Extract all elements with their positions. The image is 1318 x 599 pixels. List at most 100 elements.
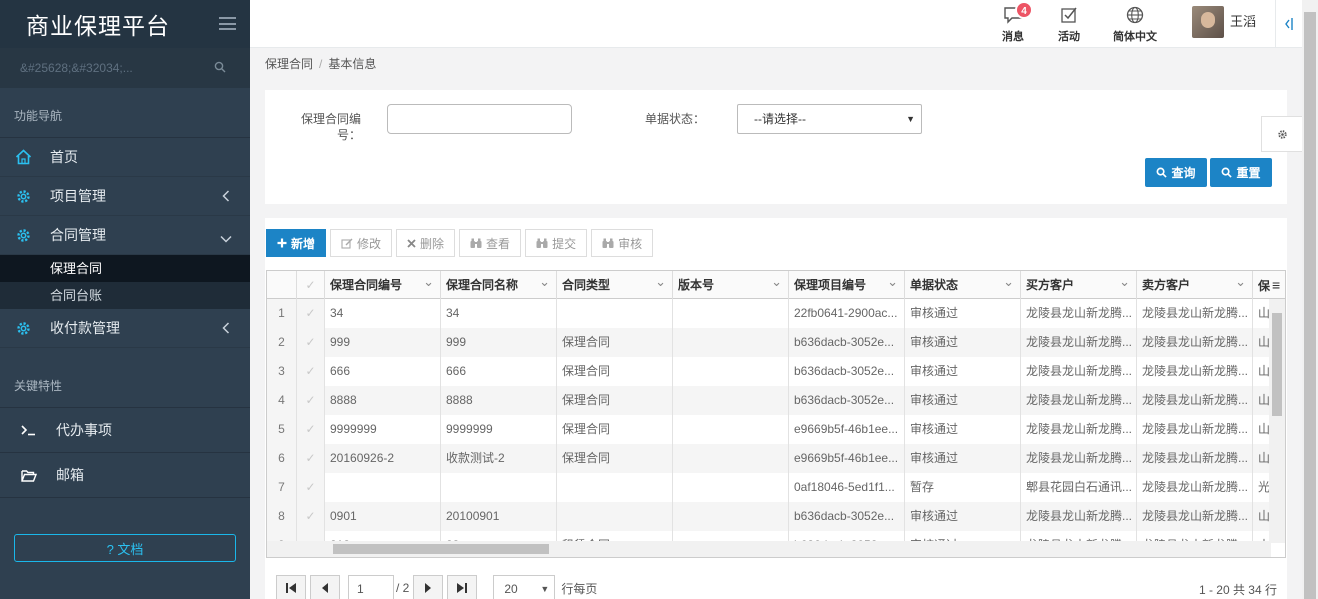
chevron-down-icon[interactable]: ⌄ — [1003, 271, 1014, 296]
add-button[interactable]: 新增 — [266, 229, 327, 257]
docs-button[interactable]: ? 文档 — [14, 534, 236, 562]
table-row[interactable]: 5 ✓ 9999999 9999999 保理合同 e9669b5f-46b1ee... 审核… — [267, 415, 1271, 444]
sidebar-item-projects[interactable]: 项目管理 — [0, 177, 250, 216]
column-header[interactable]: 保 ≡ — [1253, 271, 1285, 299]
audit-button-label: 审核 — [618, 236, 643, 251]
row-checkbox[interactable]: ✓ — [297, 415, 325, 444]
submit-button[interactable]: 提交 — [525, 229, 588, 257]
page-number-input[interactable]: 1 — [348, 575, 394, 599]
column-menu-icon[interactable]: ≡ — [1272, 277, 1280, 293]
table-cell: 34 — [441, 299, 557, 328]
column-header[interactable]: 单据状态 ⌄ — [905, 271, 1021, 299]
search-icon[interactable] — [214, 61, 226, 76]
menu-toggle-icon[interactable] — [219, 17, 236, 30]
row-checkbox[interactable]: ✓ — [297, 299, 325, 328]
reset-button[interactable]: 重置 — [1210, 158, 1272, 187]
page-vertical-scrollbar[interactable] — [1302, 0, 1318, 599]
column-header[interactable]: 买方客户 ⌄ — [1021, 271, 1137, 299]
messages-button[interactable]: 4 消息 — [1002, 1, 1033, 44]
edit-button[interactable]: 修改 — [330, 229, 393, 257]
table-cell — [673, 386, 789, 415]
first-page-button[interactable] — [276, 575, 306, 599]
table-cell: 20160926-2 — [325, 444, 441, 473]
table-cell — [673, 357, 789, 386]
sidebar-item-home[interactable]: 首页 — [0, 138, 250, 177]
table-row[interactable]: 2 ✓ 999 999 保理合同 b636dacb-3052e... 审核通过 龙陵县龙山新龙… — [267, 328, 1271, 357]
row-checkbox[interactable]: ✓ — [297, 502, 325, 531]
prev-page-button[interactable] — [310, 575, 340, 599]
table-cell: 龙陵县龙山新龙腾... — [1021, 386, 1137, 415]
settings-toggle-button[interactable] — [1261, 116, 1302, 152]
chevron-down-icon[interactable]: ⌄ — [423, 271, 434, 296]
collapse-sidebar-button[interactable] — [1275, 0, 1302, 48]
table-cell: e9669b5f-46b1ee... — [789, 444, 905, 473]
query-button[interactable]: 查询 — [1145, 158, 1207, 187]
sidebar-item-contracts[interactable]: 合同管理 — [0, 216, 250, 255]
table-row[interactable]: 3 ✓ 666 666 保理合同 b636dacb-3052e... 审核通过 龙陵县龙山新龙… — [267, 357, 1271, 386]
sidebar-subitem-factoring-contract[interactable]: 保理合同 — [0, 255, 250, 282]
select-all-checkbox[interactable]: ✓ — [297, 271, 325, 299]
delete-button[interactable]: 删除 — [396, 229, 456, 257]
language-button[interactable]: 简体中文 — [1113, 6, 1157, 44]
breadcrumb-separator: / — [319, 57, 323, 71]
row-checkbox[interactable]: ✓ — [297, 357, 325, 386]
sidebar-item-todo[interactable]: 代办事项 — [0, 408, 250, 453]
column-header[interactable]: 保理合同名称 ⌄ — [441, 271, 557, 299]
last-page-icon — [457, 583, 468, 593]
column-header[interactable]: 版本号 ⌄ — [673, 271, 789, 299]
table-cell: 999 — [325, 328, 441, 357]
table-horizontal-scrollbar[interactable] — [267, 541, 1271, 557]
user-menu[interactable]: 王滔 — [1192, 6, 1256, 38]
row-checkbox[interactable]: ✓ — [297, 386, 325, 415]
sidebar-item-mailbox[interactable]: 邮箱 — [0, 453, 250, 498]
row-checkbox[interactable]: ✓ — [297, 444, 325, 473]
scrollbar-thumb[interactable] — [1304, 12, 1316, 599]
binoculars-icon — [470, 238, 482, 249]
chevron-down-icon — [220, 230, 232, 246]
table-cell: 0901 — [325, 502, 441, 531]
table-cell — [673, 444, 789, 473]
sidebar-subitem-contract-ledger[interactable]: 合同台账 — [0, 282, 250, 309]
chevron-down-icon[interactable]: ⌄ — [771, 271, 782, 296]
binoculars-icon — [536, 238, 548, 249]
scrollbar-thumb[interactable] — [1272, 313, 1282, 416]
table-row[interactable]: 8 ✓ 0901 20100901 b636dacb-3052e... 审核通过 龙陵县龙山… — [267, 502, 1271, 531]
audit-button[interactable]: 审核 — [591, 229, 654, 257]
page-size-select[interactable]: 20 ▼ — [493, 575, 556, 599]
column-header[interactable]: 卖方客户 ⌄ — [1137, 271, 1253, 299]
column-header[interactable]: 保理项目编号 ⌄ — [789, 271, 905, 299]
sidebar-item-payments[interactable]: 收付款管理 — [0, 309, 250, 348]
prev-page-icon — [322, 583, 328, 593]
table-row[interactable]: 7 ✓ 0af18046-5ed1f1... 暂存 郫县花园白石通讯... 龙陵县龙山新龙… — [267, 473, 1271, 502]
last-page-button[interactable] — [447, 575, 478, 599]
row-number: 5 — [267, 415, 297, 444]
row-checkbox[interactable]: ✓ — [297, 328, 325, 357]
view-button[interactable]: 查看 — [459, 229, 522, 257]
chevron-down-icon[interactable]: ⌄ — [1235, 271, 1246, 296]
table-row[interactable]: 4 ✓ 8888 8888 保理合同 b636dacb-3052e... 审核通过 龙陵县龙山… — [267, 386, 1271, 415]
column-header[interactable]: 保理合同编号 ⌄ — [325, 271, 441, 299]
chevron-down-icon[interactable]: ⌄ — [655, 271, 666, 296]
activity-button[interactable]: 活动 — [1058, 6, 1080, 44]
row-checkbox[interactable]: ✓ — [297, 473, 325, 502]
breadcrumb-root[interactable]: 保理合同 — [265, 57, 313, 71]
table-cell: b636dacb-3052e... — [789, 328, 905, 357]
table-vertical-scrollbar[interactable] — [1269, 299, 1285, 543]
contract-no-label-line2: 号： — [336, 128, 361, 142]
sidebar-search-input[interactable] — [20, 61, 200, 75]
sidebar-item-label: 合同管理 — [50, 227, 106, 243]
column-header[interactable]: 合同类型 ⌄ — [557, 271, 673, 299]
chevron-down-icon[interactable]: ⌄ — [887, 271, 898, 296]
brand-title: 商业保理平台 — [26, 14, 170, 40]
chevron-down-icon[interactable]: ⌄ — [1119, 271, 1130, 296]
next-page-button[interactable] — [413, 575, 444, 599]
table-row[interactable]: 1 ✓ 34 34 22fb0641-2900ac... 审核通过 龙陵县龙山新龙腾... 龙… — [267, 299, 1271, 328]
contract-no-input[interactable] — [387, 104, 572, 134]
status-select[interactable]: --请选择-- ▼ — [737, 104, 922, 134]
chevron-down-icon[interactable]: ⌄ — [539, 271, 550, 296]
row-number: 4 — [267, 386, 297, 415]
scrollbar-thumb[interactable] — [333, 544, 549, 554]
plus-icon — [277, 238, 287, 248]
table-row[interactable]: 6 ✓ 20160926-2 收款测试-2 保理合同 e9669b5f-46b1ee...… — [267, 444, 1271, 473]
table-cell: 666 — [441, 357, 557, 386]
